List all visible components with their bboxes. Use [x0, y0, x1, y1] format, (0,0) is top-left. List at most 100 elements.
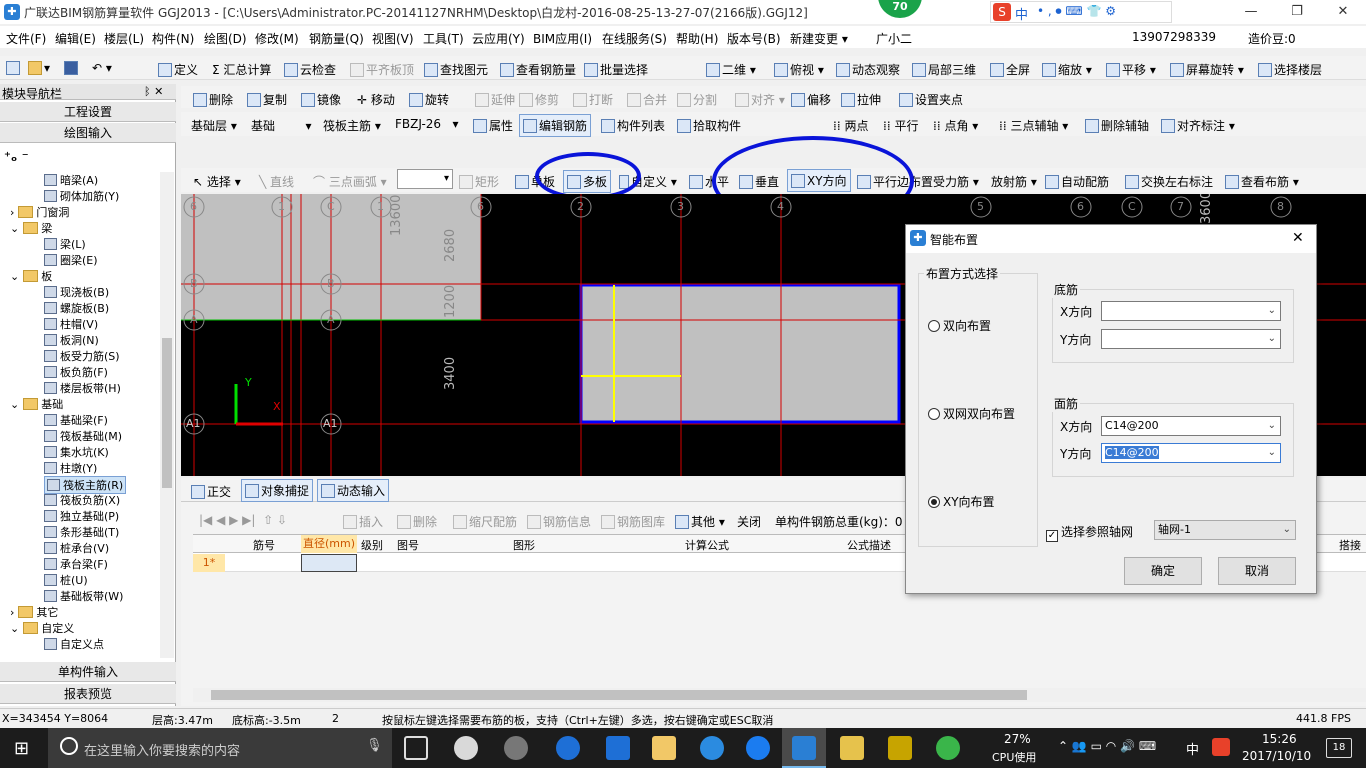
tree-item[interactable]: › 门窗洞 [10, 204, 69, 220]
task-view-icon[interactable] [404, 736, 428, 760]
menu-view[interactable]: 视图(V) [372, 30, 414, 47]
tree-item[interactable]: 条形基础(T) [44, 524, 119, 540]
tree-item[interactable]: 筏板负筋(X) [44, 492, 120, 508]
arc-dropdown[interactable]: ⌒ 三点画弧 ▾ [313, 173, 387, 190]
radio-bidirectional[interactable]: 双向布置 [928, 317, 991, 334]
name-select[interactable]: FBZJ-26 ▾ [395, 117, 459, 131]
category-select[interactable]: 基础 ▾ [251, 117, 312, 134]
tray-icons[interactable]: ⌃ 👥 ▭ ◠ 🔊 ⌨ [1058, 739, 1156, 753]
tree-item[interactable]: 螺旋板(B) [44, 300, 109, 316]
menu-tools[interactable]: 工具(T) [423, 30, 464, 47]
menu-draw[interactable]: 绘图(D) [204, 30, 247, 47]
tab-drawing-input[interactable]: 绘图输入 [0, 123, 176, 143]
open-icon[interactable]: ▾ [28, 61, 50, 75]
set-grips-button[interactable]: 设置夹点 [899, 91, 963, 108]
tray-ime[interactable]: 中 [1186, 739, 1199, 758]
horizontal-scrollbar[interactable] [193, 688, 1366, 702]
windows-start-icon[interactable]: ⊞ [14, 738, 29, 759]
diameter-cell[interactable] [301, 554, 357, 572]
price-beans[interactable]: 造价豆:0 [1248, 30, 1296, 47]
merge-button[interactable]: 合并 [627, 91, 667, 108]
object-snap-toggle[interactable]: 对象捕捉 [241, 479, 314, 502]
bottom-x-combo[interactable]: ⌄ [1101, 301, 1281, 321]
taskbar-search[interactable]: 在这里输入你要搜索的内容 🎙 [48, 728, 392, 768]
tree-item[interactable]: 板受力筋(S) [44, 348, 120, 364]
col-diameter[interactable]: 直径(mm) [301, 535, 357, 553]
menu-assistant[interactable]: 广小二 [876, 30, 912, 47]
ortho-toggle[interactable]: 正交 [191, 483, 231, 500]
menu-edit[interactable]: 编辑(E) [55, 30, 96, 47]
gbim-app-icon[interactable] [792, 736, 816, 760]
col-formula-desc[interactable]: 公式描述 [847, 537, 891, 553]
ok-button[interactable]: 确定 [1124, 557, 1202, 585]
notebook-app-icon[interactable] [840, 736, 864, 760]
insert-row-button[interactable]: 插入 [343, 513, 383, 530]
trim-button[interactable]: 修剪 [519, 91, 559, 108]
view-2d-dropdown[interactable]: 二维 ▾ [706, 61, 756, 78]
split-button[interactable]: 分割 [677, 91, 717, 108]
tree-item[interactable]: ⌄ 自定义 [10, 620, 74, 636]
tree-item[interactable]: 承台梁(F) [44, 556, 108, 572]
other-dropdown[interactable]: 其他 ▾ [675, 513, 725, 530]
new-icon[interactable] [6, 61, 22, 75]
dynamic-input-toggle[interactable]: 动态输入 [317, 479, 390, 502]
store-icon[interactable] [606, 736, 630, 760]
select-floor-button[interactable]: 选择楼层 [1258, 61, 1322, 78]
top-view-dropdown[interactable]: 俯视 ▾ [774, 61, 824, 78]
tree-item[interactable]: 柱墩(Y) [44, 460, 97, 476]
menu-rebar[interactable]: 钢筋量(Q) [309, 30, 364, 47]
app-icon-spiral[interactable] [504, 736, 528, 760]
tree-item[interactable]: 基础梁(F) [44, 412, 108, 428]
local-3d-button[interactable]: 局部三维 [912, 61, 976, 78]
tree-item[interactable]: ⌄ 梁 [10, 220, 52, 236]
tree-item[interactable]: 自定义点 [44, 636, 104, 652]
radio-xy[interactable]: XY向布置 [928, 493, 995, 510]
menu-help[interactable]: 帮助(H) [676, 30, 718, 47]
flush-slab-top-button[interactable]: 平齐板顶 [350, 61, 414, 78]
col-shape[interactable]: 图形 [513, 537, 535, 553]
tree-item[interactable]: 集水坑(K) [44, 444, 109, 460]
notification-badge[interactable]: 70 [878, 0, 922, 18]
restore-button[interactable]: ❐ [1274, 0, 1320, 24]
close-button[interactable]: ✕ [1320, 0, 1366, 24]
tree-item[interactable]: 现浇板(B) [44, 284, 109, 300]
menu-file[interactable]: 文件(F) [6, 30, 46, 47]
floor-select[interactable]: 基础层 ▾ [191, 117, 237, 134]
type-select[interactable]: 筏板主筋 ▾ [323, 117, 381, 134]
pick-component-button[interactable]: 拾取构件 [677, 117, 741, 134]
menu-component[interactable]: 构件(N) [152, 30, 194, 47]
ime-lang[interactable]: 中 [1015, 4, 1028, 23]
zoom-dropdown[interactable]: 缩放 ▾ [1042, 61, 1092, 78]
menu-cloud[interactable]: 云应用(Y) [472, 30, 525, 47]
tree-item[interactable]: › 其它 [10, 604, 58, 620]
pan-dropdown[interactable]: 平移 ▾ [1106, 61, 1156, 78]
tree-item[interactable]: 柱帽(V) [44, 316, 98, 332]
point-angle-dropdown[interactable]: ⁞⁞ 点角 ▾ [933, 117, 978, 134]
help-app-icon[interactable] [888, 736, 912, 760]
gbim-active-icon-bg[interactable] [782, 728, 826, 768]
summary-calc-button[interactable]: Σ 汇总计算 [212, 61, 271, 78]
edge-browser-icon[interactable] [556, 736, 580, 760]
bottom-y-combo[interactable]: ⌄ [1101, 329, 1281, 349]
delete-button[interactable]: 删除 [193, 91, 233, 108]
copy-button[interactable]: 复制 [247, 91, 287, 108]
menu-new-change[interactable]: 新建变更 ▾ [790, 30, 848, 47]
select-dropdown[interactable]: ↖ 选择 ▾ [193, 173, 241, 190]
scale-rebar-button[interactable]: 缩尺配筋 [453, 513, 517, 530]
menu-bim[interactable]: BIM应用(I) [533, 30, 592, 47]
user-phone[interactable]: 13907298339 [1132, 30, 1216, 44]
menu-modify[interactable]: 修改(M) [255, 30, 299, 47]
tab-project-settings[interactable]: 工程设置 [0, 102, 176, 122]
menu-version[interactable]: 版本号(B) [727, 30, 781, 47]
batch-select-button[interactable]: 批量选择 [584, 61, 648, 78]
extend-button[interactable]: 延伸 [475, 91, 515, 108]
component-list-button[interactable]: 构件列表 [601, 117, 665, 134]
expander-icon[interactable]: ⌄ [10, 398, 19, 411]
rebar-library-button[interactable]: 钢筋图库 [601, 513, 665, 530]
file-explorer-icon[interactable] [652, 736, 676, 760]
tree-item[interactable]: 桩(U) [44, 572, 88, 588]
properties-button[interactable]: 属性 [473, 117, 513, 134]
radial-rebar-dropdown[interactable]: 放射筋 ▾ [991, 173, 1037, 190]
define-button[interactable]: 定义 [158, 61, 198, 78]
tab-single-component-input[interactable]: 单构件输入 [0, 662, 176, 682]
